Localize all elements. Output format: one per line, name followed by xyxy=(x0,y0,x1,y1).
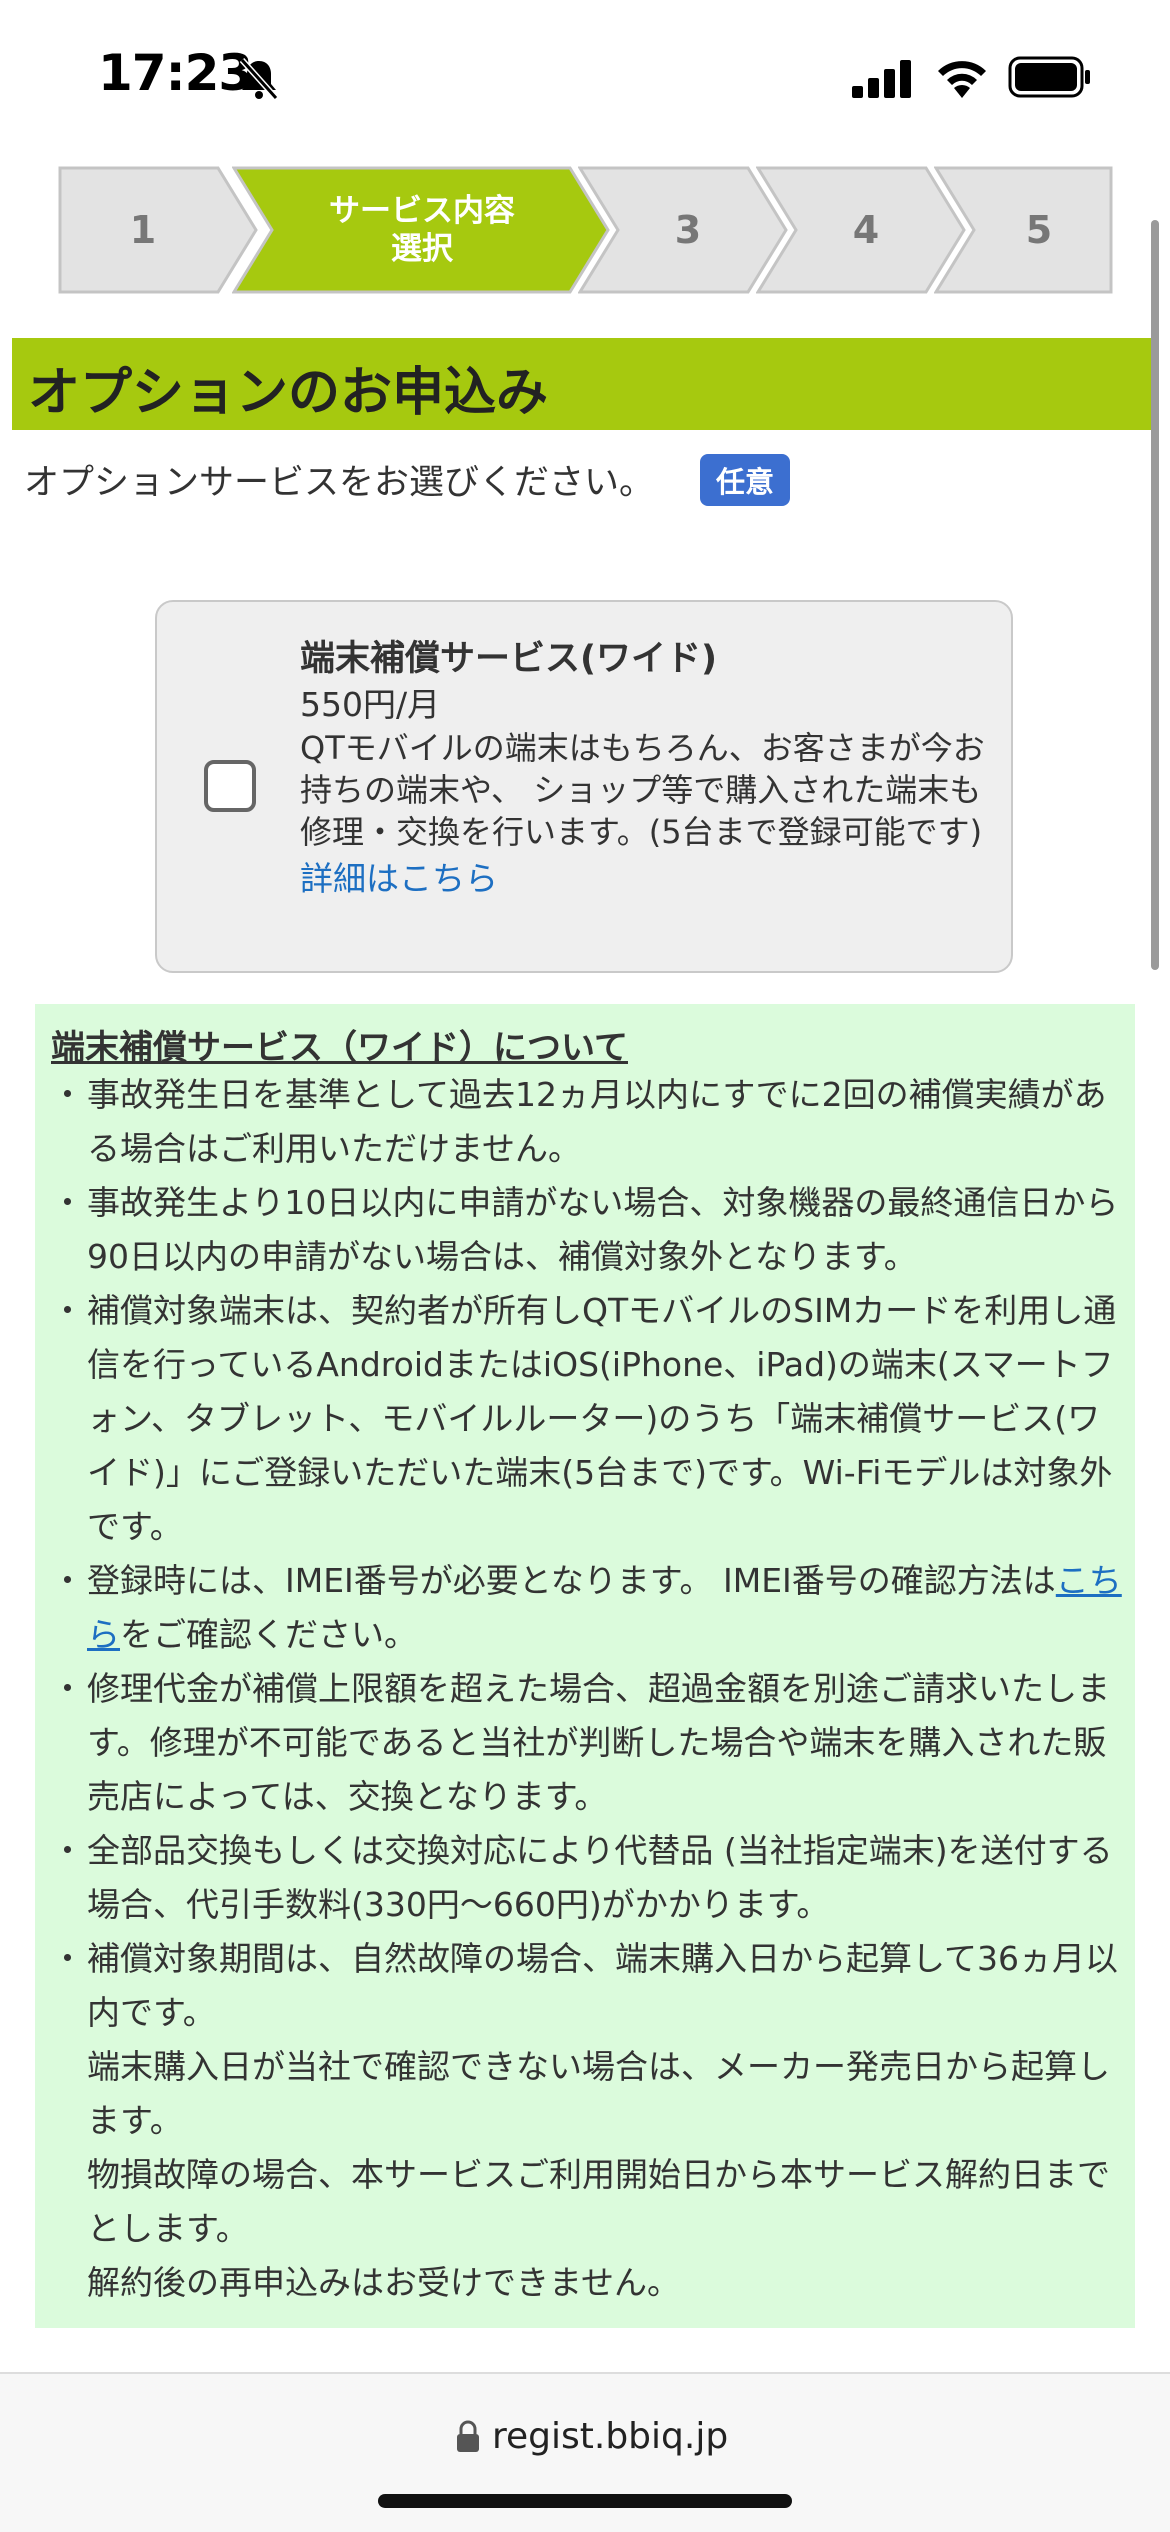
info-item: 補償対象期間は、自然故障の場合、端末購入日から起算して36ヵ月以内です。 xyxy=(51,1932,1131,2040)
info-item: 全部品交換もしくは交換対応により代替品 (当社指定端末)を送付する場合、代引手数… xyxy=(51,1824,1131,1932)
lock-icon xyxy=(457,2420,479,2452)
info-item-text: 登録時には、IMEI番号が必要となります。 IMEI番号の確認方法は xyxy=(87,1561,1056,1600)
url-text[interactable]: regist.bbiq.jp xyxy=(492,2416,728,2457)
step-1-label: 1 xyxy=(129,208,157,252)
option-card-device-warranty[interactable]: 端末補償サービス(ワイド) 550円/月 QTモバイルの端末はもちろん、お客さま… xyxy=(155,600,1013,973)
step-1: 1 xyxy=(58,166,258,294)
step-2-current: サービス内容 選択 xyxy=(232,166,610,294)
info-title: 端末補償サービス（ワイド）について xyxy=(51,1028,628,1068)
info-item: 事故発生日を基準として過去12ヵ月以内にすでに2回の補償実績がある場合はご利用い… xyxy=(51,1068,1131,1176)
progress-stepper: 1 サービス内容 選択 3 4 5 xyxy=(58,166,1113,294)
option-text: 端末補償サービス(ワイド) 550円/月 QTモバイルの端末はもちろん、お客さま… xyxy=(300,635,990,903)
instruction-text: オプションサービスをお選びください。 xyxy=(24,463,655,503)
option-name: 端末補償サービス(ワイド) xyxy=(300,639,717,679)
option-checkbox[interactable] xyxy=(204,760,256,812)
info-item-continued: 解約後の再申込みはお受けできません。 xyxy=(87,2263,681,2302)
info-box: 端末補償サービス（ワイド）について 事故発生日を基準として過去12ヵ月以内にすで… xyxy=(35,1004,1135,2328)
status-bar: 17:23 xyxy=(0,0,1170,150)
bell-slash-icon xyxy=(239,57,279,101)
info-item: 補償対象端末は、契約者が所有しQTモバイルのSIMカードを利用し通信を行っている… xyxy=(51,1284,1131,1554)
optional-badge: 任意 xyxy=(700,454,790,506)
section-header: オプションのお申込み xyxy=(12,338,1158,430)
step-5-label: 5 xyxy=(1025,208,1053,252)
option-price: 550円/月 xyxy=(300,685,441,724)
info-item-continued: 端末購入日が当社で確認できない場合は、メーカー発売日から起算します。 xyxy=(87,2047,1110,2140)
scrollbar[interactable] xyxy=(1151,220,1159,970)
info-list: 事故発生日を基準として過去12ヵ月以内にすでに2回の補償実績がある場合はご利用い… xyxy=(51,1068,1131,2310)
status-time: 17:23 xyxy=(98,44,253,102)
battery-icon xyxy=(1008,56,1090,98)
info-item-text: をご確認ください。 xyxy=(120,1615,417,1654)
step-5: 5 xyxy=(934,166,1113,294)
details-link[interactable]: 詳細はこちら xyxy=(300,855,990,903)
step-4-label: 4 xyxy=(852,208,880,252)
step-2-label: サービス内容 選択 xyxy=(329,193,515,267)
browser-address-bar[interactable]: regist.bbiq.jp xyxy=(0,2372,1170,2532)
wifi-icon xyxy=(938,61,986,98)
step-3-label: 3 xyxy=(674,208,702,252)
info-item: 事故発生より10日以内に申請がない場合、対象機器の最終通信日から90日以内の申請… xyxy=(51,1176,1131,1284)
page-title: オプションのお申込み xyxy=(28,363,549,423)
signal-icon xyxy=(852,60,911,98)
home-indicator xyxy=(378,2494,792,2508)
info-item: 登録時には、IMEI番号が必要となります。 IMEI番号の確認方法はこちらをご確… xyxy=(51,1554,1131,1662)
option-description: QTモバイルの端末はもちろん、お客さまが今お持ちの端末や、 ショップ等で購入され… xyxy=(300,729,985,851)
info-item-continued: 物損故障の場合、本サービスご利用開始日から本サービス解約日までとします。 xyxy=(87,2155,1110,2248)
info-item: 修理代金が補償上限額を超えた場合、超過金額を別途ご請求いたします。修理が不可能で… xyxy=(51,1662,1131,1824)
